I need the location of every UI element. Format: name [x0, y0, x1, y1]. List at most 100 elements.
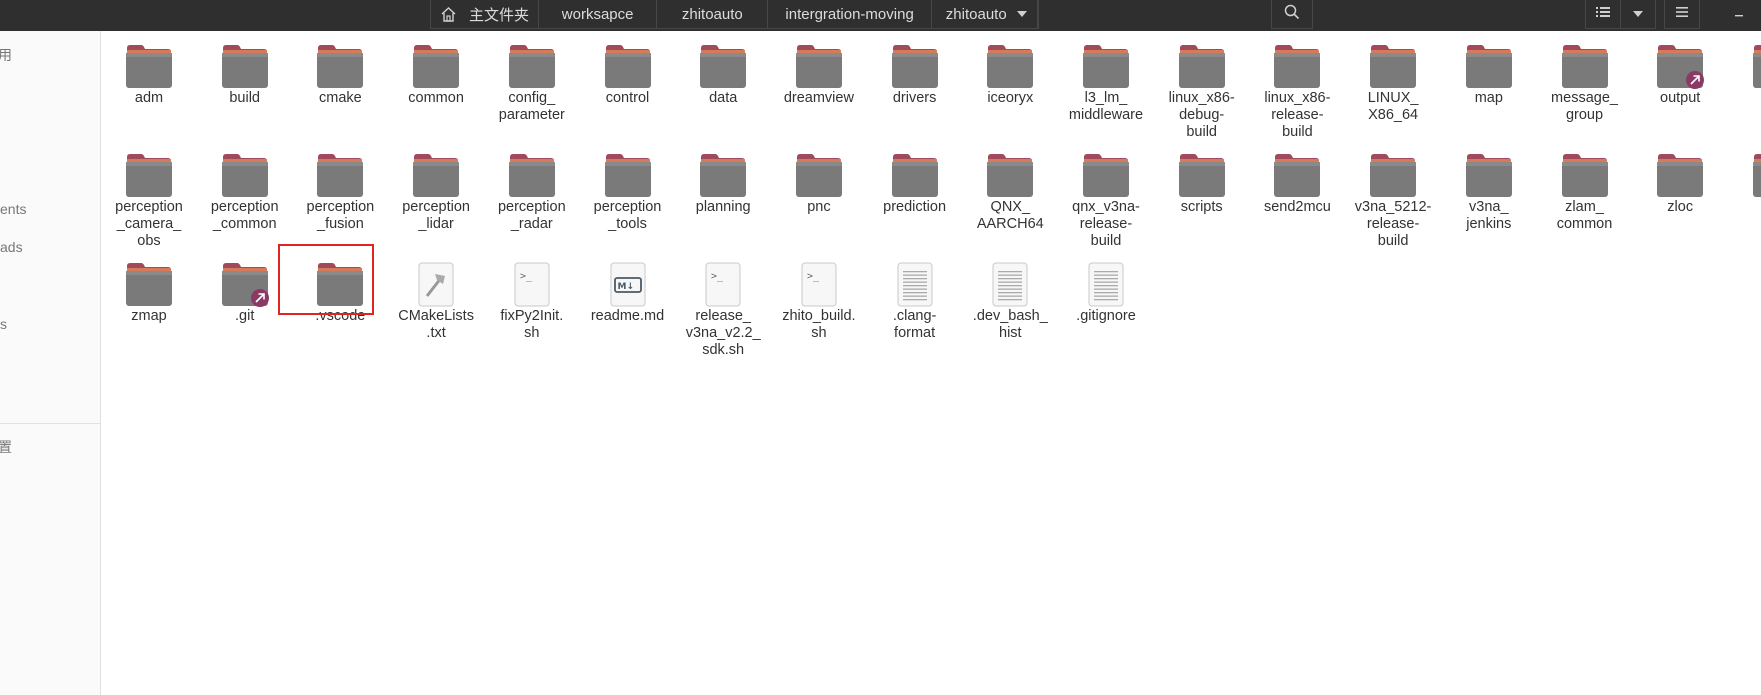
minimize-button[interactable] [1719, 0, 1759, 28]
file-name-label: .dev_bash_ hist [972, 308, 1048, 341]
breadcrumb-label: 主文件夹 [469, 6, 530, 24]
folder-item[interactable]: control [581, 31, 675, 136]
folder-item[interactable]: v3na_ jenkins [1442, 140, 1536, 245]
folder-icon [315, 153, 365, 199]
folder-item[interactable]: l3_lm_ middleware [1059, 31, 1153, 136]
folder-item[interactable]: .vscode [278, 244, 387, 354]
breadcrumb-home[interactable]: 主文件夹 [431, 0, 540, 28]
chevron-down-icon [1632, 5, 1644, 23]
folder-item[interactable]: cmake [293, 31, 387, 136]
folder-item[interactable]: config_ parameter [485, 31, 579, 136]
folder-item[interactable]: zlam_ common [1538, 140, 1632, 245]
file-item[interactable]: >_ release_ v3na_v2.2_ sdk.sh [676, 249, 770, 358]
folder-item[interactable]: drivers [868, 31, 962, 136]
sidebar-item-label[interactable]: ads [0, 239, 23, 255]
file-name-label: control [605, 90, 650, 106]
folder-icon [1751, 44, 1761, 90]
folder-icon [794, 153, 844, 199]
folder-item[interactable]: pnc [772, 140, 866, 245]
folder-icon [1081, 153, 1131, 199]
folder-item[interactable]: z [1729, 140, 1761, 245]
search-button[interactable] [1271, 0, 1313, 29]
folder-item[interactable]: perception _camera_ obs [102, 140, 196, 249]
breadcrumb-worksapce[interactable]: worksapce [539, 0, 658, 28]
folder-icon [1272, 44, 1322, 90]
folder-item[interactable]: message_ group [1538, 31, 1632, 136]
file-name-label: common [408, 90, 464, 106]
folder-item[interactable]: v3na_5212- release- build [1346, 140, 1440, 249]
file-item[interactable]: .clang- format [868, 249, 962, 354]
folder-item[interactable]: build [198, 31, 292, 136]
script-file-icon: >_ [698, 262, 748, 308]
file-name-label: v3na_5212- release- build [1354, 199, 1432, 249]
folder-item[interactable]: send2mcu [1250, 140, 1344, 245]
breadcrumb-current[interactable]: zhitoauto [932, 0, 1038, 28]
list-view-button[interactable] [1585, 0, 1621, 29]
folder-item[interactable]: perception _tools [581, 140, 675, 245]
file-name-label: iceoryx [987, 90, 1034, 106]
folder-item[interactable]: data [676, 31, 770, 136]
sidebar-item-label[interactable]: 用 [0, 45, 12, 65]
folder-item[interactable]: qnx_v3na- release- build [1059, 140, 1153, 249]
list-view-icon [1596, 5, 1610, 23]
file-name-label: CMakeLists .txt [398, 308, 474, 341]
file-name-label: perception _fusion [306, 199, 375, 232]
folder-item[interactable]: output [1633, 31, 1727, 136]
view-options-button[interactable] [1620, 0, 1656, 29]
folder-item[interactable]: linux_x86- release- build [1250, 31, 1344, 140]
file-item[interactable]: .gitignore [1059, 249, 1153, 354]
folder-item[interactable]: planning [676, 140, 770, 245]
cmake-file-icon [411, 262, 461, 308]
menu-button[interactable] [1664, 0, 1700, 29]
breadcrumb-intergration-moving[interactable]: intergration-moving [768, 0, 932, 28]
folder-item[interactable]: zloc [1633, 140, 1727, 245]
file-name-label: build [229, 90, 260, 106]
file-name-label: readme.md [590, 308, 665, 324]
folder-item[interactable]: common [389, 31, 483, 136]
folder-item[interactable]: LINUX_ X86_64 [1346, 31, 1440, 136]
sidebar-item-label[interactable]: 置 [0, 437, 12, 457]
folder-item[interactable]: zmap [102, 249, 196, 354]
file-item[interactable]: >_ fixPy2Init. sh [485, 249, 579, 354]
folder-item[interactable]: perception _common [198, 140, 292, 245]
sidebar-item-label[interactable]: ents [0, 201, 26, 217]
folder-item[interactable]: perception _radar [485, 140, 579, 245]
file-name-label: .gitignore [1076, 308, 1136, 324]
sidebar-item-label[interactable]: s [0, 316, 7, 332]
folder-icon [1655, 153, 1705, 199]
file-item[interactable]: .dev_bash_ hist [963, 249, 1057, 354]
file-item[interactable]: M↓ readme.md [581, 249, 675, 354]
folder-icon [124, 262, 174, 308]
breadcrumb: 主文件夹 worksapce zhitoauto intergration-mo… [430, 0, 1039, 29]
folder-item[interactable]: adm [102, 31, 196, 136]
file-name-label: perception _lidar [402, 199, 470, 232]
folder-icon [603, 153, 653, 199]
folder-link-icon [1655, 44, 1705, 90]
folder-item[interactable]: scripts [1155, 140, 1249, 245]
file-name-label: linux_x86- debug- build [1168, 90, 1235, 140]
folder-item[interactable]: perception _fusion [293, 140, 387, 245]
file-name-label: perception _tools [593, 199, 662, 232]
breadcrumb-zhitoauto[interactable]: zhitoauto [657, 0, 769, 28]
folder-item[interactable]: QNX_ AARCH64 [963, 140, 1057, 245]
file-item[interactable]: >_ zhito_build. sh [772, 249, 866, 354]
folder-icon [124, 44, 174, 90]
file-name-label: config_ parameter [498, 90, 565, 123]
chevron-down-icon[interactable] [1007, 0, 1037, 28]
folder-item[interactable]: dreamview [772, 31, 866, 136]
file-item[interactable]: CMakeLists .txt [389, 249, 483, 354]
svg-text:M↓: M↓ [617, 282, 634, 292]
file-name-label: QNX_ AARCH64 [976, 199, 1044, 232]
text-file-icon [890, 262, 940, 308]
folder-icon [1560, 153, 1610, 199]
folder-item[interactable]: prediction [868, 140, 962, 245]
folder-item[interactable]: linux_x86- debug- build [1155, 31, 1249, 140]
folder-item[interactable]: map [1442, 31, 1536, 136]
file-name-label: output [1660, 90, 1701, 106]
folder-icon [985, 44, 1035, 90]
file-name-label: message_ group [1551, 90, 1618, 123]
folder-item[interactable]: iceoryx [963, 31, 1057, 136]
folder-item[interactable]: perception _lidar [389, 140, 483, 245]
folder-icon [124, 153, 174, 199]
folder-item[interactable]: pe _c [1729, 31, 1761, 136]
